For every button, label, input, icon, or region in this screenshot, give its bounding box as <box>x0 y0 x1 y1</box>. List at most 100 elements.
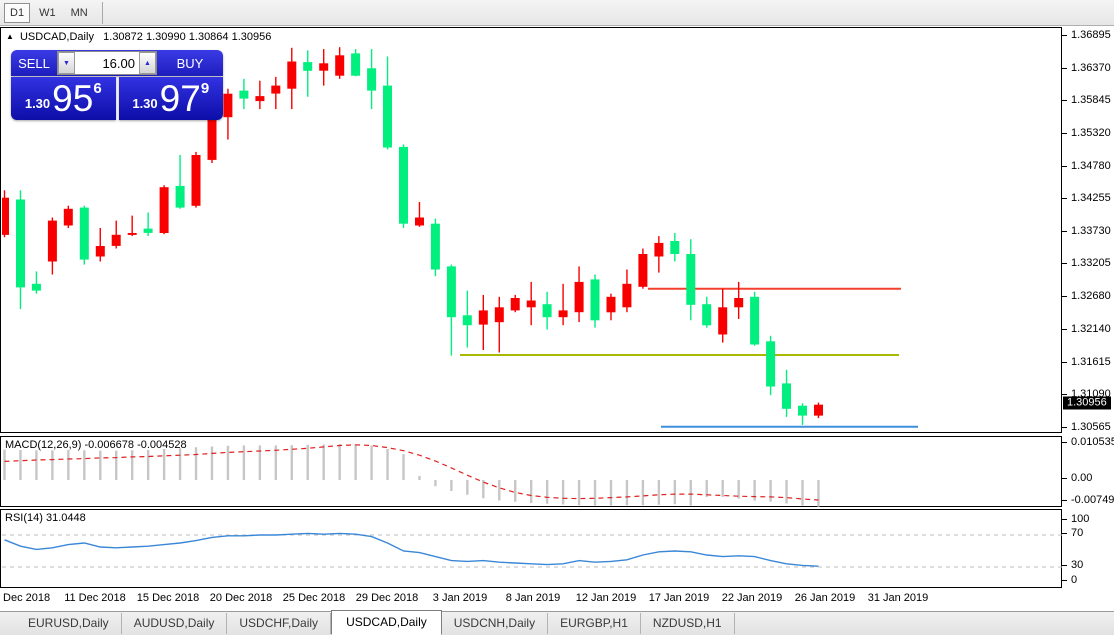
candle <box>798 403 807 425</box>
price-axis-tick <box>1062 100 1067 101</box>
candle <box>607 294 616 321</box>
chart-tab-usdchf-daily[interactable]: USDCHF,Daily <box>227 613 331 634</box>
macd-axis-label: 0.00 <box>1071 472 1092 484</box>
price-axis-label: 1.35845 <box>1071 94 1111 106</box>
price-axis-label: 1.33205 <box>1071 257 1111 269</box>
candle <box>479 295 488 350</box>
candle <box>176 155 185 209</box>
bid-price-display[interactable]: 1.30 95 6 <box>11 77 116 120</box>
price-axis-tick <box>1062 263 1067 264</box>
candle <box>399 144 408 228</box>
chart-tab-audusd-daily[interactable]: AUDUSD,Daily <box>122 613 228 634</box>
chart-symbol-label: USDCAD,Daily <box>20 31 94 43</box>
macd-axis-label: 0.010535 <box>1071 436 1114 448</box>
buy-button[interactable]: BUY <box>157 50 223 76</box>
candle <box>591 275 600 328</box>
rsi-axis-label: 70 <box>1071 527 1083 539</box>
rsi-axis-tick <box>1062 580 1067 581</box>
main-chart-panel[interactable]: ▲ USDCAD,Daily 1.30872 1.30990 1.30864 1… <box>0 27 1062 433</box>
candle <box>686 239 695 320</box>
candle <box>335 47 344 79</box>
chart-tab-eurgbp-h1[interactable]: EURGBP,H1 <box>548 613 641 634</box>
date-axis-label: 17 Jan 2019 <box>649 592 710 604</box>
date-axis[interactable]: 6 Dec 201811 Dec 201815 Dec 201820 Dec 2… <box>0 588 1062 610</box>
price-axis-label: 1.34780 <box>1071 160 1111 172</box>
candle <box>782 370 791 417</box>
rsi-panel[interactable]: RSI(14) 31.0448 <box>0 509 1062 588</box>
rsi-axis-label: 30 <box>1071 559 1083 571</box>
rsi-axis-tick <box>1062 533 1067 534</box>
rsi-axis-tick <box>1062 565 1067 566</box>
one-click-trade-panel: SELL ▼ ▲ BUY 1.30 95 6 1.30 97 9 <box>11 50 223 120</box>
timeframe-button-d1[interactable]: D1 <box>4 3 30 23</box>
collapse-indicator-icon[interactable]: ▲ <box>6 32 14 41</box>
candle <box>64 206 73 228</box>
date-axis-label: 26 Jan 2019 <box>795 592 856 604</box>
candle <box>622 270 631 313</box>
chart-tab-usdcad-daily[interactable]: USDCAD,Daily <box>331 610 442 635</box>
ask-price-big-digits: 97 <box>160 79 201 119</box>
ask-price-prefix: 1.30 <box>132 96 157 111</box>
price-axis-label: 1.35320 <box>1071 127 1111 139</box>
candle <box>495 297 504 353</box>
date-axis-label: 12 Jan 2019 <box>576 592 637 604</box>
current-price-tag: 1.30956 <box>1063 396 1111 409</box>
candle <box>718 289 727 343</box>
price-axis-label: 1.34255 <box>1071 192 1111 204</box>
timeframe-button-mn[interactable]: MN <box>65 3 94 23</box>
ask-price-pip-digit: 9 <box>201 80 209 97</box>
chart-ohlc-values: 1.30872 1.30990 1.30864 1.30956 <box>103 31 271 43</box>
price-axis[interactable]: 1.368951.363701.358451.353201.347801.342… <box>1062 27 1114 433</box>
rsi-axis-tick <box>1062 519 1067 520</box>
price-axis-tick <box>1062 362 1067 363</box>
candle <box>303 50 312 97</box>
candle <box>112 221 121 249</box>
volume-increase-button[interactable]: ▲ <box>139 52 156 74</box>
candle <box>319 49 328 86</box>
price-axis-tick <box>1062 166 1067 167</box>
candle <box>48 218 57 275</box>
candle <box>654 236 663 273</box>
macd-axis-tick <box>1062 500 1067 501</box>
chart-tab-usdcnh-daily[interactable]: USDCNH,Daily <box>442 613 548 634</box>
chart-tab-nzdusd-h1[interactable]: NZDUSD,H1 <box>641 613 735 634</box>
date-axis-label: 20 Dec 2018 <box>210 592 272 604</box>
candle <box>670 233 679 262</box>
candle <box>447 265 456 356</box>
candle <box>223 89 232 140</box>
candle <box>32 271 41 293</box>
macd-label: MACD(12,26,9) -0.006678 -0.004528 <box>5 439 187 451</box>
candle <box>814 403 823 419</box>
price-axis-tick <box>1062 427 1067 428</box>
date-axis-label: 29 Dec 2018 <box>356 592 418 604</box>
rsi-axis[interactable]: 10070300 <box>1062 509 1114 588</box>
chart-tab-eurusd-daily[interactable]: EURUSD,Daily <box>16 613 122 634</box>
price-axis-label: 1.36895 <box>1071 29 1111 41</box>
macd-axis-tick <box>1062 442 1067 443</box>
price-axis-label: 1.30565 <box>1071 421 1111 433</box>
macd-axis[interactable]: 0.010535 0.00 -0.007498 <box>1062 436 1114 507</box>
volume-input[interactable] <box>75 52 139 74</box>
sell-button[interactable]: SELL <box>11 50 57 76</box>
candle <box>287 48 296 109</box>
chart-title: ▲ USDCAD,Daily 1.30872 1.30990 1.30864 1… <box>6 31 271 43</box>
candle <box>511 295 520 312</box>
macd-panel[interactable]: MACD(12,26,9) -0.006678 -0.004528 <box>0 436 1062 507</box>
candle <box>431 219 440 277</box>
timeframe-button-w1[interactable]: W1 <box>33 3 62 23</box>
price-axis-label: 1.31615 <box>1071 356 1111 368</box>
macd-axis-label: -0.007498 <box>1071 494 1114 506</box>
candle <box>527 282 536 325</box>
candle <box>255 81 264 109</box>
date-axis-label: 3 Jan 2019 <box>433 592 487 604</box>
rsi-axis-label: 0 <box>1071 574 1077 586</box>
date-axis-label: 22 Jan 2019 <box>722 592 783 604</box>
price-axis-tick <box>1062 133 1067 134</box>
ask-price-display[interactable]: 1.30 97 9 <box>119 77 224 120</box>
bid-price-pip-digit: 6 <box>93 80 101 97</box>
volume-spinner: ▼ ▲ <box>57 51 157 75</box>
volume-decrease-button[interactable]: ▼ <box>58 52 75 74</box>
price-axis-label: 1.33730 <box>1071 225 1111 237</box>
candle <box>543 292 552 330</box>
macd-axis-tick <box>1062 478 1067 479</box>
